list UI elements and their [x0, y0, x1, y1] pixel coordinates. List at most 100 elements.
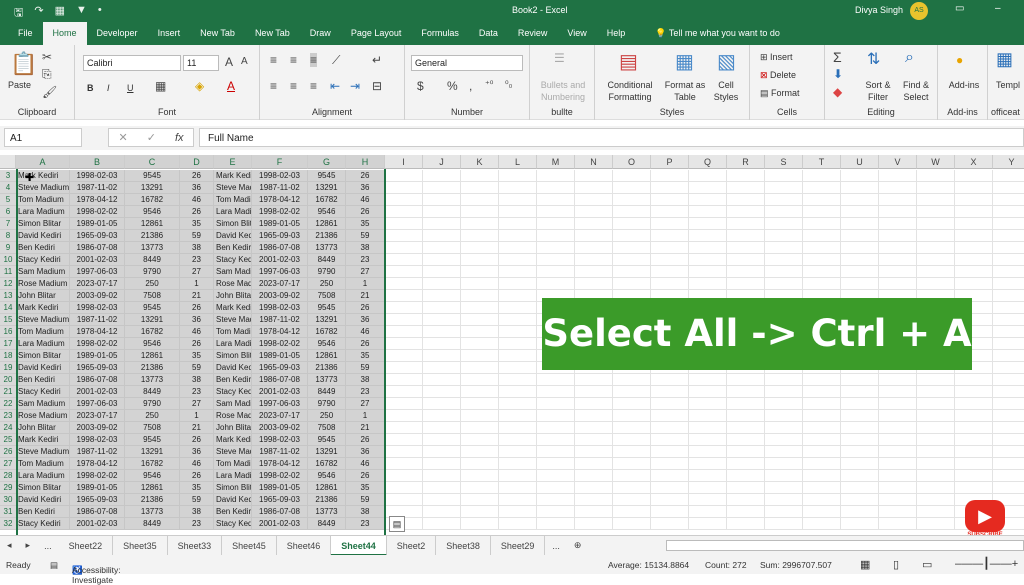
cell-empty[interactable]	[423, 362, 461, 374]
cell-H32[interactable]: 23	[346, 518, 385, 530]
column-header-V[interactable]: V	[879, 155, 917, 169]
cell-E22[interactable]: Sam Madium	[214, 398, 252, 410]
cell-empty[interactable]	[993, 266, 1024, 278]
cell-B28[interactable]: 1998-02-02	[70, 470, 125, 482]
cell-empty[interactable]	[879, 386, 917, 398]
cell-A11[interactable]: Sam Madium	[16, 266, 70, 278]
cell-empty[interactable]	[841, 470, 879, 482]
cell-empty[interactable]	[575, 494, 613, 506]
cell-empty[interactable]	[499, 218, 537, 230]
cell-G23[interactable]: 250	[308, 410, 346, 422]
cell-empty[interactable]	[537, 386, 575, 398]
cell-C32[interactable]: 8449	[125, 518, 180, 530]
cell-empty[interactable]	[841, 434, 879, 446]
cell-empty[interactable]	[613, 434, 651, 446]
tab-review[interactable]: Review	[508, 22, 558, 45]
tab-data[interactable]: Data	[469, 22, 508, 45]
italic-button[interactable]: I	[107, 82, 110, 94]
cell-A8[interactable]: David Kediri	[16, 230, 70, 242]
cell-E13[interactable]: John Blitar	[214, 290, 252, 302]
cell-D9[interactable]: 38	[180, 242, 214, 254]
cell-A24[interactable]: John Blitar	[16, 422, 70, 434]
cell-D18[interactable]: 35	[180, 350, 214, 362]
cell-empty[interactable]	[803, 482, 841, 494]
cell-empty[interactable]	[689, 482, 727, 494]
increase-decimal-icon[interactable]: ⁺⁰	[485, 79, 493, 90]
cell-B19[interactable]: 1965-09-03	[70, 362, 125, 374]
tab-new-tab[interactable]: New Tab	[245, 22, 300, 45]
cell-D5[interactable]: 46	[180, 194, 214, 206]
cell-empty[interactable]	[423, 314, 461, 326]
cancel-icon[interactable]: ✕	[119, 131, 128, 144]
row-header-30[interactable]: 30	[0, 494, 16, 506]
cell-empty[interactable]	[917, 446, 955, 458]
cell-empty[interactable]	[537, 398, 575, 410]
cell-empty[interactable]	[689, 458, 727, 470]
cell-D23[interactable]: 1	[180, 410, 214, 422]
column-header-I[interactable]: I	[385, 155, 423, 169]
quick-analysis-icon[interactable]: ▤	[389, 516, 405, 532]
cell-empty[interactable]	[803, 518, 841, 530]
sheet-tab-sheet44[interactable]: Sheet44	[331, 535, 387, 556]
cell-empty[interactable]	[689, 230, 727, 242]
cell-empty[interactable]	[461, 494, 499, 506]
cell-empty[interactable]	[613, 242, 651, 254]
cell-empty[interactable]	[499, 506, 537, 518]
cell-empty[interactable]	[461, 338, 499, 350]
cell-empty[interactable]	[689, 398, 727, 410]
cell-B26[interactable]: 1987-11-02	[70, 446, 125, 458]
cell-empty[interactable]	[423, 470, 461, 482]
column-header-G[interactable]: G	[308, 155, 346, 169]
cell-empty[interactable]	[499, 278, 537, 290]
cell-empty[interactable]	[651, 446, 689, 458]
cell-G5[interactable]: 16782	[308, 194, 346, 206]
cell-C8[interactable]: 21386	[125, 230, 180, 242]
cell-H10[interactable]: 23	[346, 254, 385, 266]
cell-empty[interactable]	[613, 254, 651, 266]
column-header-N[interactable]: N	[575, 155, 613, 169]
paste-icon[interactable]: 📋	[10, 51, 37, 77]
bold-button[interactable]: B	[87, 82, 94, 94]
underline-button[interactable]: U	[127, 82, 134, 94]
find-select-button[interactable]: Find & Select	[897, 79, 935, 103]
cell-empty[interactable]	[461, 434, 499, 446]
cell-empty[interactable]	[955, 470, 993, 482]
sheet-tab-sheet22[interactable]: Sheet22	[59, 535, 114, 556]
cell-empty[interactable]	[651, 518, 689, 530]
cell-D26[interactable]: 36	[180, 446, 214, 458]
cell-empty[interactable]	[689, 266, 727, 278]
cell-empty[interactable]	[917, 386, 955, 398]
cell-empty[interactable]	[423, 326, 461, 338]
cell-empty[interactable]	[879, 482, 917, 494]
cell-empty[interactable]	[879, 458, 917, 470]
row-header-17[interactable]: 17	[0, 338, 16, 350]
cell-empty[interactable]	[765, 278, 803, 290]
cell-H7[interactable]: 35	[346, 218, 385, 230]
cell-empty[interactable]	[993, 362, 1024, 374]
cell-empty[interactable]	[385, 326, 423, 338]
cell-G22[interactable]: 9790	[308, 398, 346, 410]
row-header-18[interactable]: 18	[0, 350, 16, 362]
cell-G19[interactable]: 21386	[308, 362, 346, 374]
cell-empty[interactable]	[499, 470, 537, 482]
cell-styles-button[interactable]: Cell Styles	[707, 79, 745, 103]
cell-empty[interactable]	[955, 398, 993, 410]
cell-empty[interactable]	[727, 194, 765, 206]
cell-empty[interactable]	[879, 494, 917, 506]
cell-A28[interactable]: Lara Madium	[16, 470, 70, 482]
column-header-D[interactable]: D	[180, 155, 214, 169]
cell-empty[interactable]	[461, 170, 499, 182]
cell-empty[interactable]	[651, 170, 689, 182]
cell-empty[interactable]	[537, 254, 575, 266]
cell-empty[interactable]	[993, 422, 1024, 434]
cell-C18[interactable]: 12861	[125, 350, 180, 362]
cell-empty[interactable]	[803, 458, 841, 470]
cell-E21[interactable]: Stacy Kediri	[214, 386, 252, 398]
cell-empty[interactable]	[841, 446, 879, 458]
cell-A23[interactable]: Rose Madium	[16, 410, 70, 422]
cell-H30[interactable]: 59	[346, 494, 385, 506]
cell-B32[interactable]: 2001-02-03	[70, 518, 125, 530]
align-middle-icon[interactable]: ≡	[290, 53, 297, 67]
cell-empty[interactable]	[841, 242, 879, 254]
tab-insert[interactable]: Insert	[148, 22, 191, 45]
